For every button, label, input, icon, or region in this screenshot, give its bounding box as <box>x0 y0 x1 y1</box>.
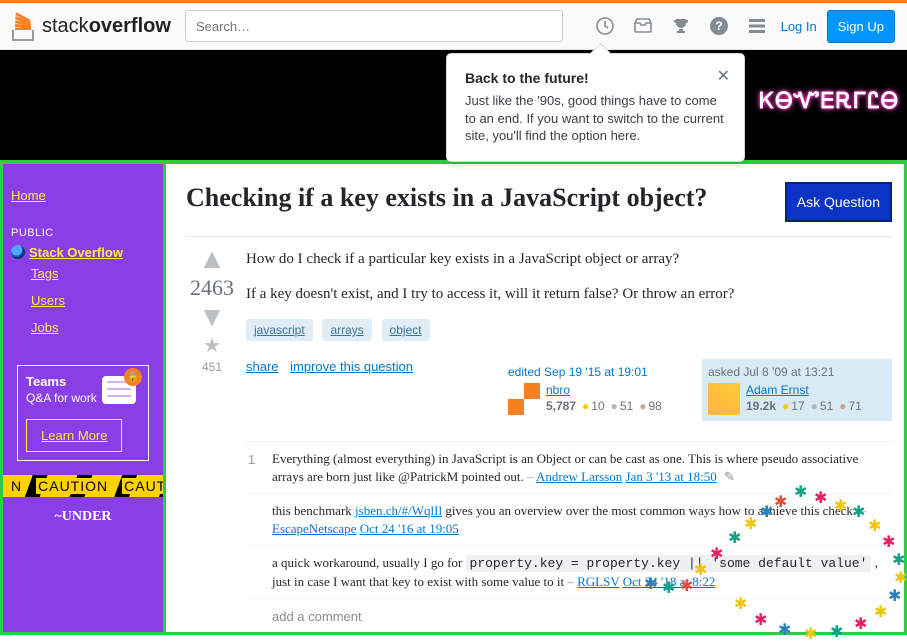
learn-more-button[interactable]: Learn More <box>26 419 122 452</box>
gold-badge-count: 10 <box>576 399 605 413</box>
downvote-button[interactable]: ▼ <box>186 307 238 327</box>
asked-label: asked Jul 8 '09 at 13:21 <box>708 365 886 379</box>
avatar[interactable] <box>508 383 540 415</box>
comment-score: 1 <box>246 450 272 485</box>
time-travel-popover: ✕ Back to the future! Just like the '90s… <box>446 53 745 162</box>
globe-icon <box>11 245 25 259</box>
under-construction: ~UNDER <box>3 497 163 525</box>
favorite-button[interactable]: ★ <box>186 333 238 358</box>
caution-tape: NCAUTIONCAUTION <box>3 475 163 497</box>
banner-text: ᏦᎾᏉᎬᎡᎱᏝᎾ <box>759 88 899 113</box>
teams-promo: Teams Q&A for work Learn More <box>17 365 149 461</box>
comment-user[interactable]: RGLSV <box>577 574 619 589</box>
silver-badge-count: 51 <box>605 399 634 413</box>
popover-title: Back to the future! <box>465 70 726 86</box>
vote-score: 2463 <box>186 275 238 301</box>
logo[interactable]: stackoverflow <box>12 11 171 41</box>
nav-users[interactable]: Users <box>31 287 155 314</box>
tag[interactable]: arrays <box>322 319 371 341</box>
bronze-badge-count: 98 <box>633 399 662 413</box>
comment-text: a quick workaround, usually I go for <box>272 555 466 570</box>
tag[interactable]: object <box>382 319 430 341</box>
comment-user[interactable]: EscapeNetscape <box>272 521 356 536</box>
lock-icon <box>124 368 142 386</box>
comment-date[interactable]: Oct 24 '18 at 8:22 <box>623 574 716 589</box>
gold-badge-count: 17 <box>776 399 805 413</box>
popover-body: Just like the '90s, good things have to … <box>465 92 726 145</box>
owner-rep: 19.2k <box>746 399 776 413</box>
comment-text: gives you an overview over the most comm… <box>442 503 856 518</box>
stackoverflow-icon <box>12 11 38 41</box>
logo-text-bold: overflow <box>89 15 171 38</box>
recent-icon[interactable] <box>595 16 615 36</box>
comment: a quick workaround, usually I go for pro… <box>246 546 892 599</box>
comments: 1 Everything (almost everything) in Java… <box>246 441 892 599</box>
improve-link[interactable]: improve this question <box>290 359 413 374</box>
comment: 1 Everything (almost everything) in Java… <box>246 442 892 494</box>
editor-card: edited Sep 19 '15 at 19:01 nbro 5,787105… <box>502 359 692 421</box>
site-switcher-icon[interactable] <box>747 16 767 36</box>
logo-text-prefix: stack <box>42 15 89 38</box>
bronze-badge-count: 71 <box>833 399 862 413</box>
question-title: Checking if a key exists in a JavaScript… <box>186 182 785 215</box>
comment-score <box>246 502 272 537</box>
owner-link[interactable]: Adam Ernst <box>746 383 809 397</box>
nav-jobs[interactable]: Jobs <box>31 314 155 341</box>
tag[interactable]: javascript <box>246 319 313 341</box>
content: Checking if a key exists in a JavaScript… <box>166 164 904 632</box>
comment-link[interactable]: jsben.ch/#/WqlIl <box>355 503 442 518</box>
vote-controls: ▲ 2463 ▼ ★ 451 <box>186 249 238 624</box>
close-icon[interactable]: ✕ <box>717 66 730 86</box>
question-body: How do I check if a particular key exist… <box>246 249 892 624</box>
add-comment-link[interactable]: add a comment <box>272 609 362 624</box>
editor-link[interactable]: nbro <box>546 383 570 397</box>
sidebar: Home PUBLIC Stack Overflow Tags Users Jo… <box>3 164 166 632</box>
nav-section-public: PUBLIC <box>11 227 155 239</box>
question-para: If a key doesn't exist, and I try to acc… <box>246 284 892 305</box>
tags: javascript arrays object <box>246 319 892 341</box>
nav-home[interactable]: Home <box>11 182 155 209</box>
svg-text:?: ? <box>715 19 722 33</box>
comment: this benchmark jsben.ch/#/WqlIl gives yo… <box>246 494 892 546</box>
edited-link[interactable]: edited Sep 19 '15 at 19:01 <box>508 365 648 379</box>
editor-rep: 5,787 <box>546 399 576 413</box>
owner-card: asked Jul 8 '09 at 13:21 Adam Ernst 19.2… <box>702 359 892 421</box>
avatar[interactable] <box>708 383 740 415</box>
search-box <box>185 10 563 42</box>
comment-date[interactable]: Oct 24 '16 at 19:05 <box>360 521 459 536</box>
upvote-button[interactable]: ▲ <box>186 249 238 269</box>
share-link[interactable]: share <box>246 359 279 374</box>
comment-score <box>246 554 272 590</box>
inbox-icon[interactable] <box>633 16 653 36</box>
achievements-icon[interactable] <box>671 16 691 36</box>
silver-badge-count: 51 <box>805 399 834 413</box>
comment-text: this benchmark <box>272 503 355 518</box>
nav-stackoverflow[interactable]: Stack Overflow <box>29 239 123 266</box>
login-link[interactable]: Log In <box>781 19 817 34</box>
pencil-icon: ✎ <box>724 469 735 484</box>
favorite-count: 451 <box>186 360 238 374</box>
header: stackoverflow ? Log In Sign Up ✕ Back to… <box>0 3 907 50</box>
comment-code: property.key = property.key || 'some def… <box>466 555 872 572</box>
header-icons: ? <box>595 16 767 36</box>
question-para: How do I check if a particular key exist… <box>246 249 892 270</box>
signup-button[interactable]: Sign Up <box>827 10 895 43</box>
comment-date[interactable]: Jan 3 '13 at 18:50 <box>626 469 717 484</box>
post-actions: share improve this question <box>246 359 421 374</box>
teams-icon <box>100 368 142 410</box>
search-input[interactable] <box>185 10 563 42</box>
help-icon[interactable]: ? <box>709 16 729 36</box>
comment-user[interactable]: Andrew Larsson <box>536 469 622 484</box>
ask-question-button[interactable]: Ask Question <box>785 182 892 222</box>
